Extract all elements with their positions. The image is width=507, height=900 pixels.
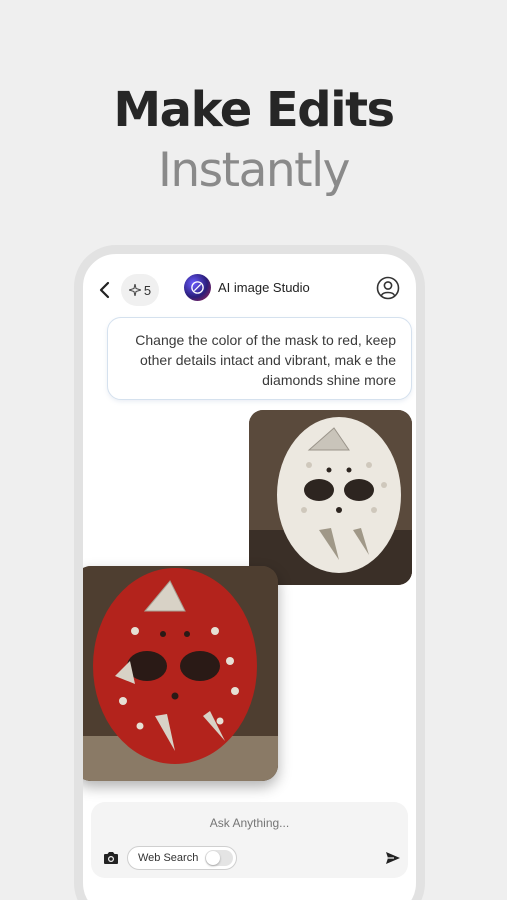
- composer-panel: Web Search: [91, 802, 408, 878]
- ask-input[interactable]: [91, 816, 408, 830]
- toggle-knob: [206, 851, 220, 865]
- user-circle-icon[interactable]: [376, 276, 400, 300]
- ai-logo-icon: [184, 274, 211, 301]
- credits-badge[interactable]: 5: [121, 274, 159, 306]
- app-title: AI image Studio: [218, 280, 310, 295]
- credits-count: 5: [143, 282, 152, 298]
- web-search-label: Web Search: [138, 852, 199, 864]
- app-screen: 5 AI image Studio Change the color of th…: [83, 254, 416, 900]
- web-search-toggle-button[interactable]: Web Search: [127, 846, 237, 870]
- headline: Make Edits Instantly: [0, 78, 507, 200]
- headline-subtitle: Instantly: [158, 143, 350, 198]
- phone-frame: 5 AI image Studio Change the color of th…: [74, 245, 425, 900]
- sparkle-icon: [128, 284, 141, 296]
- original-image[interactable]: [249, 410, 412, 585]
- chevron-left-icon[interactable]: [97, 280, 113, 300]
- camera-icon[interactable]: [103, 851, 119, 865]
- edited-image[interactable]: [83, 566, 278, 781]
- white-mask-illustration: [249, 410, 412, 585]
- web-search-switch[interactable]: [205, 850, 233, 866]
- headline-title: Make Edits: [113, 82, 395, 138]
- user-message-bubble: Change the color of the mask to red, kee…: [107, 317, 412, 400]
- red-mask-illustration: [83, 566, 278, 781]
- send-icon[interactable]: [385, 850, 401, 866]
